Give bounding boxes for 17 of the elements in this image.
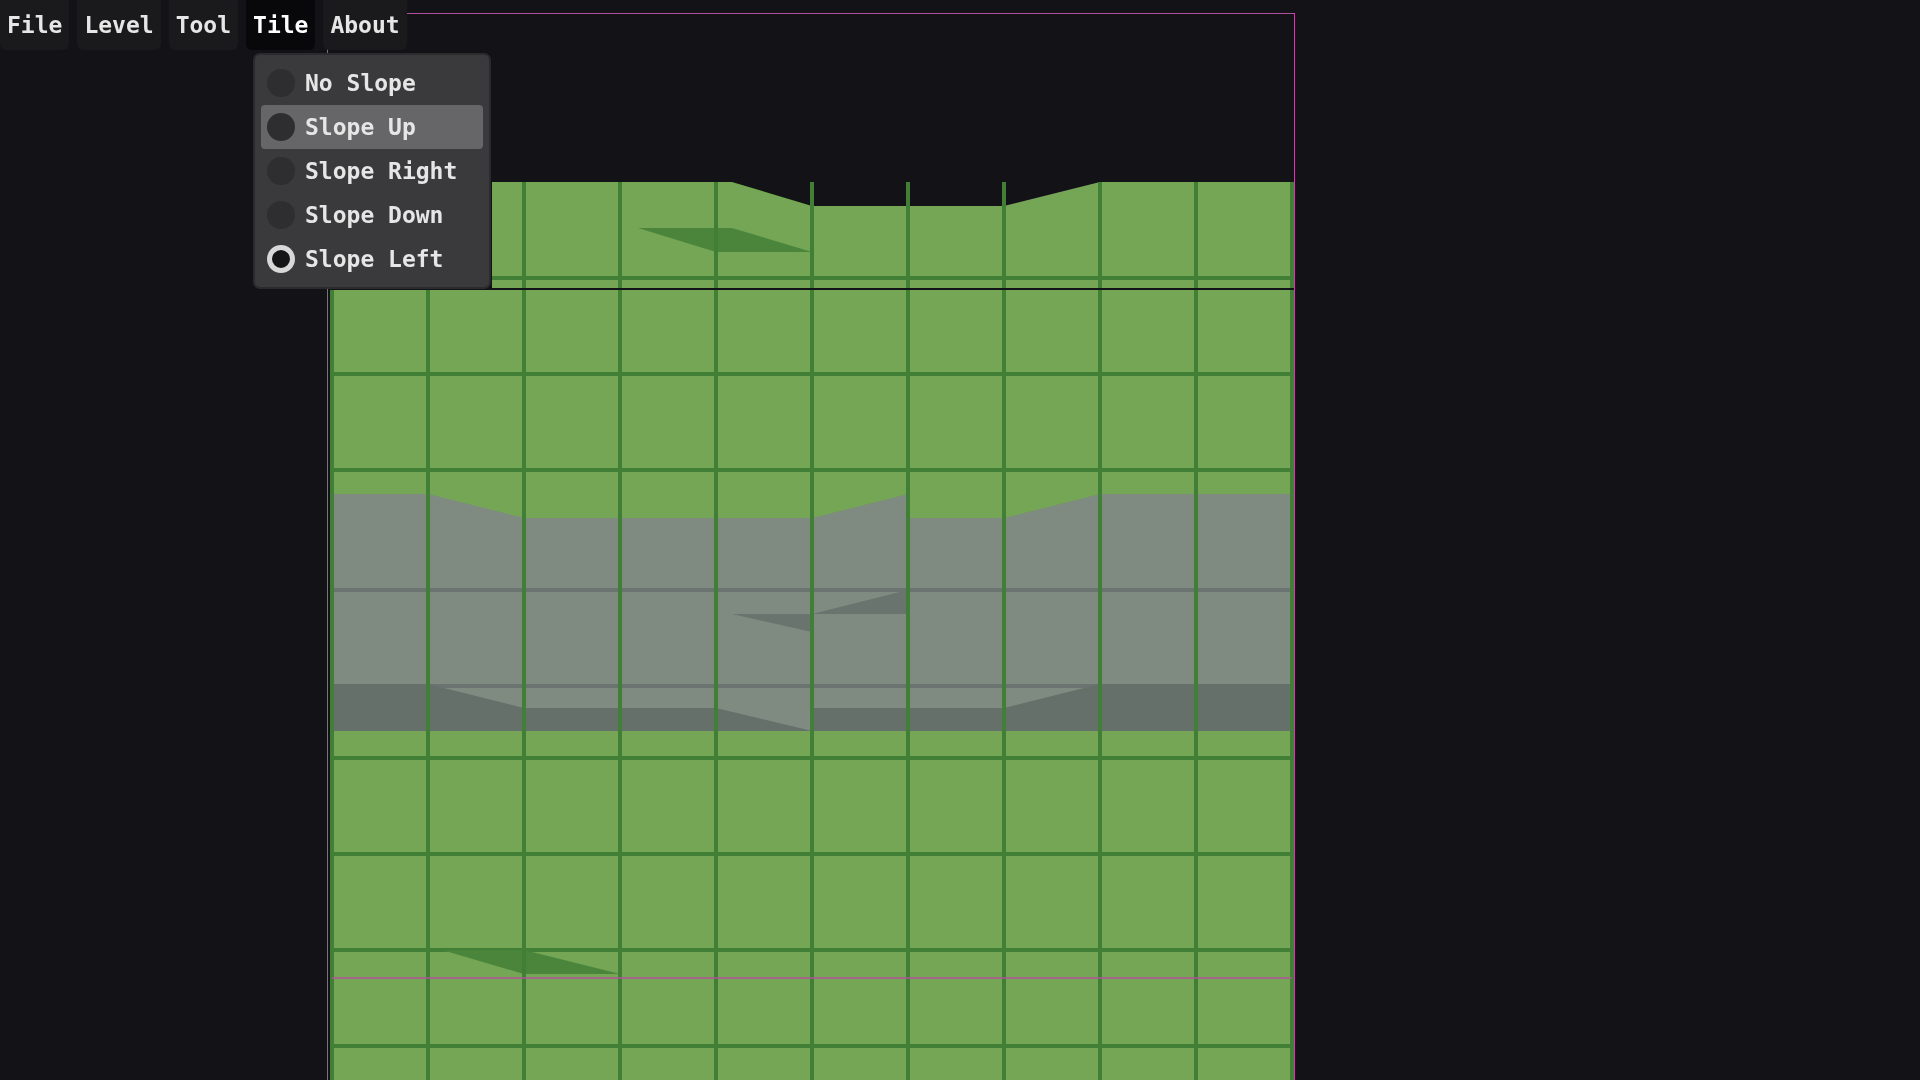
menu-item[interactable]: Slope Up xyxy=(261,105,483,149)
menu-button[interactable]: Tile xyxy=(246,0,316,50)
radio-button[interactable] xyxy=(267,245,295,273)
menu-button[interactable]: File xyxy=(0,0,70,50)
menu-item[interactable]: Slope Down xyxy=(261,193,483,237)
radio-button[interactable] xyxy=(267,113,295,141)
menu-item-label: Slope Down xyxy=(305,202,444,228)
menu-item[interactable]: No Slope xyxy=(261,61,483,105)
menu-button[interactable]: Tool xyxy=(168,0,239,50)
menu-button[interactable]: About xyxy=(323,0,407,50)
menu-item-label: Slope Right xyxy=(305,158,458,184)
menu-item-label: No Slope xyxy=(305,70,416,96)
menu-item-label: Slope Up xyxy=(305,114,416,140)
menu-item[interactable]: Slope Right xyxy=(261,149,483,193)
menu-button[interactable]: Level xyxy=(77,0,161,50)
menu-item-label: Slope Left xyxy=(305,246,444,272)
menu-item[interactable]: Slope Left xyxy=(261,237,483,281)
